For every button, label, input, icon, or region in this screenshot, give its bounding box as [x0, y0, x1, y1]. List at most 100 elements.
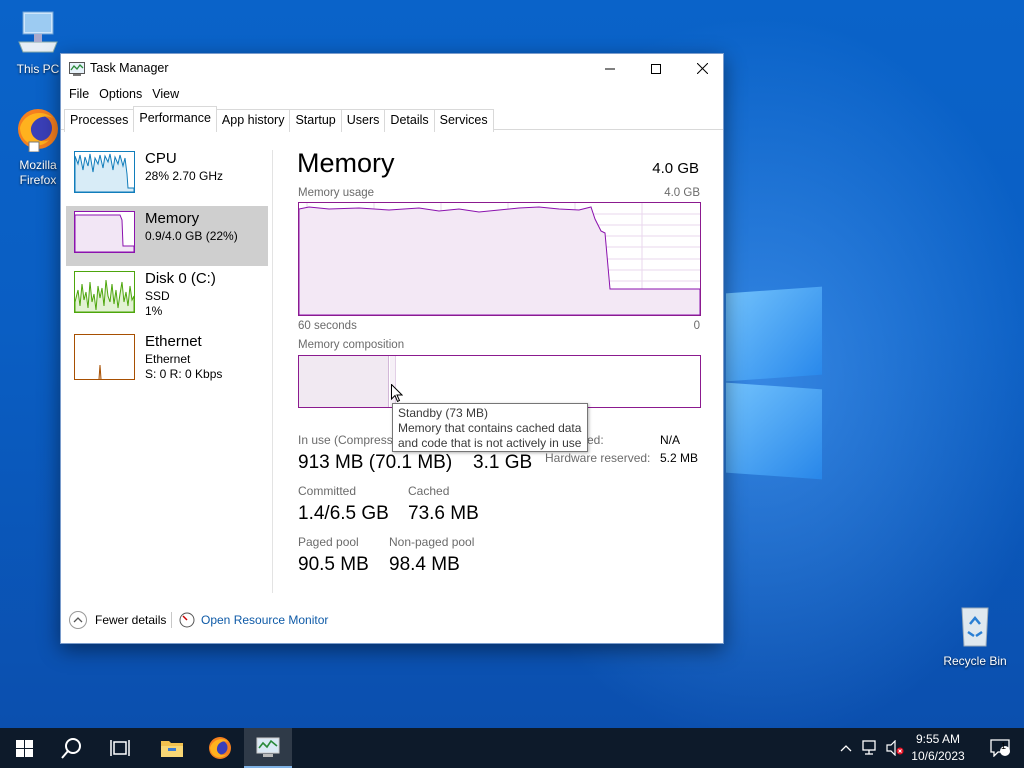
desktop-icon-recycle-bin[interactable]: Recycle Bin — [940, 602, 1010, 669]
chevron-up-icon — [840, 745, 852, 752]
tooltip-line: Standby (73 MB) — [398, 406, 489, 420]
fewer-details-button[interactable]: Fewer details — [68, 610, 166, 630]
menu-bar: File Options View — [61, 83, 723, 105]
resource-name: Ethernet — [145, 333, 202, 350]
search-icon — [61, 738, 81, 759]
task-manager-icon — [256, 737, 280, 757]
start-button[interactable] — [0, 728, 48, 768]
title-bar[interactable]: Task Manager — [61, 54, 723, 83]
resource-item-ethernet[interactable]: Ethernet Ethernet S: 0 R: 0 Kbps — [66, 329, 268, 389]
resource-stat: SSD — [145, 289, 170, 303]
tab-performance[interactable]: Performance — [133, 106, 217, 131]
task-view-button[interactable] — [96, 728, 144, 768]
desktop-icon-label: Recycle Bin — [943, 654, 1007, 668]
footer-divider — [171, 612, 172, 628]
open-resource-monitor-label: Open Resource Monitor — [201, 613, 329, 627]
clock-time: 9:55 AM — [915, 732, 961, 746]
committed-value: 1.4/6.5 GB — [298, 503, 389, 524]
pane-divider[interactable] — [272, 150, 273, 593]
taskbar: 9:55 AM 10/6/2023 1 — [0, 728, 1024, 768]
taskbar-file-explorer[interactable] — [148, 728, 196, 768]
tab-details[interactable]: Details — [384, 109, 435, 132]
tab-strip: Processes Performance App history Startu… — [61, 106, 723, 132]
resource-stat: 1% — [145, 304, 163, 318]
mouse-cursor — [391, 383, 404, 406]
resource-stat: Ethernet — [145, 352, 191, 366]
available-value: 3.1 GB — [473, 452, 533, 473]
paged-pool-value: 90.5 MB — [298, 554, 369, 575]
fewer-details-label: Fewer details — [95, 613, 167, 627]
tab-processes[interactable]: Processes — [64, 109, 135, 132]
wallpaper-logo — [726, 282, 826, 482]
detail-title: Memory — [297, 148, 395, 178]
non-paged-pool-label: Non-paged pool — [389, 535, 475, 549]
system-clock[interactable]: 9:55 AM 10/6/2023 — [905, 731, 971, 765]
show-hidden-icons-button[interactable] — [834, 728, 858, 768]
usage-graph-label: Memory usage — [298, 187, 375, 199]
action-center-button[interactable]: 1 — [976, 728, 1024, 768]
window-title: Task Manager — [90, 61, 169, 75]
close-icon — [696, 63, 708, 74]
tab-users[interactable]: Users — [340, 109, 386, 132]
close-button[interactable] — [679, 54, 725, 83]
committed-label: Committed — [298, 484, 357, 498]
resource-item-disk[interactable]: Disk 0 (C:) SSD 1% — [66, 266, 268, 326]
open-resource-monitor-link[interactable]: Open Resource Monitor — [179, 610, 328, 630]
menu-view[interactable]: View — [147, 87, 184, 101]
folder-icon — [161, 741, 183, 757]
tab-startup[interactable]: Startup — [289, 109, 342, 132]
resource-stat: 28% 2.70 GHz — [145, 169, 224, 183]
task-view-icon — [110, 740, 130, 756]
search-button[interactable] — [48, 728, 96, 768]
task-manager-app-icon — [69, 62, 85, 79]
maximize-icon — [651, 63, 661, 74]
in-use-value: 913 MB (70.1 MB) — [298, 452, 453, 473]
tab-app-history[interactable]: App history — [215, 109, 291, 132]
minimize-button[interactable] — [587, 54, 633, 83]
chevron-up-icon — [69, 611, 87, 629]
disk-thumbnail-graph — [74, 271, 135, 313]
cached-label: Cached — [408, 484, 450, 498]
task-manager-window: Task Manager File Options View Processes… — [60, 53, 724, 644]
ethernet-thumbnail-graph — [74, 334, 135, 380]
memory-composition-bar[interactable] — [298, 355, 701, 408]
hardware-reserved-value: 5.2 MB — [660, 451, 699, 465]
taskbar-task-manager[interactable] — [244, 728, 292, 768]
windows-logo-icon — [15, 739, 33, 757]
resource-name: Disk 0 (C:) — [145, 270, 216, 287]
volume-tray-button[interactable] — [884, 728, 906, 768]
notification-icon — [990, 739, 1010, 757]
paged-pool-label: Paged pool — [298, 535, 359, 549]
composition-in-use-segment — [299, 356, 389, 407]
hardware-reserved-label: Hardware reserved: — [545, 451, 651, 465]
graph-axis-left: 60 seconds — [298, 320, 357, 332]
recycle-bin-icon — [940, 602, 1010, 652]
tab-services[interactable]: Services — [433, 109, 494, 132]
clock-date: 10/6/2023 — [911, 749, 965, 763]
cpu-thumbnail-graph — [74, 151, 135, 193]
menu-options[interactable]: Options — [94, 87, 147, 101]
memory-thumbnail-graph — [74, 211, 135, 253]
resource-monitor-icon — [179, 612, 195, 628]
slots-label: ed: — [587, 433, 604, 447]
memory-usage-line — [299, 206, 700, 315]
in-use-label: In use (Compress — [298, 433, 393, 447]
composition-label: Memory composition — [298, 339, 405, 351]
network-tray-button[interactable] — [858, 728, 884, 768]
maximize-button[interactable] — [633, 54, 679, 83]
resource-name: CPU — [145, 150, 177, 167]
taskbar-firefox[interactable] — [196, 728, 244, 768]
resource-list: CPU 28% 2.70 GHz Memory 0.9/4.0 GB (22%)… — [66, 146, 270, 389]
firefox-icon — [209, 737, 231, 759]
tooltip-line: Memory that contains cached data — [398, 421, 582, 435]
memory-usage-graph — [298, 202, 701, 316]
slots-value: N/A — [660, 433, 681, 447]
menu-file[interactable]: File — [64, 87, 94, 101]
resource-item-memory[interactable]: Memory 0.9/4.0 GB (22%) — [66, 206, 268, 266]
cached-value: 73.6 MB — [408, 503, 479, 524]
resource-name: Memory — [145, 210, 200, 227]
resource-item-cpu[interactable]: CPU 28% 2.70 GHz — [66, 146, 268, 206]
detail-total: 4.0 GB — [652, 160, 699, 177]
standby-tooltip: Standby (73 MB) Memory that contains cac… — [392, 403, 588, 452]
volume-muted-icon — [886, 740, 904, 756]
